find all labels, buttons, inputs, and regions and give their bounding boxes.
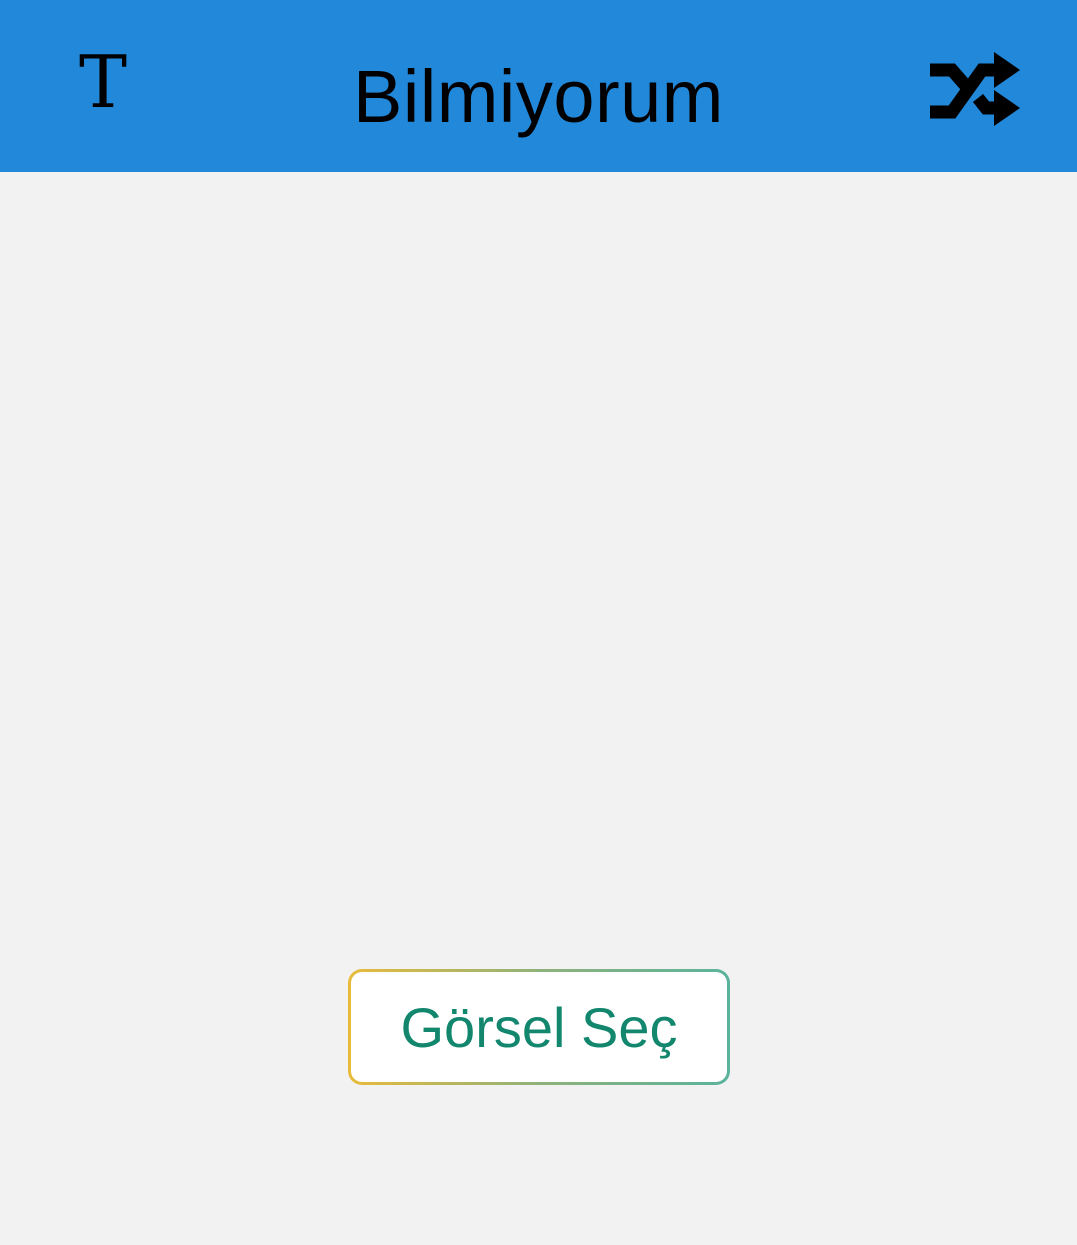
shuffle-icon[interactable] (926, 46, 1024, 132)
page-title: Bilmiyorum (353, 55, 724, 138)
select-image-button[interactable]: Görsel Seç (348, 969, 730, 1085)
app-bar: T Bilmiyorum (0, 0, 1077, 172)
